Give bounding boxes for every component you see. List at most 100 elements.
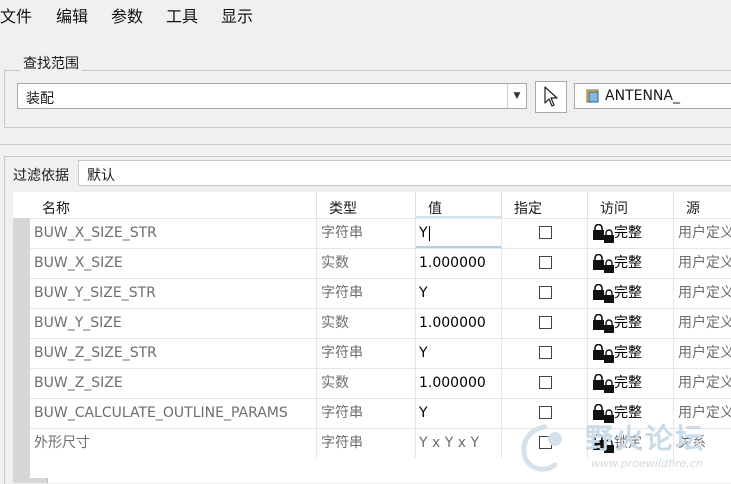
column-header-name[interactable]: 名称 (30, 192, 317, 218)
lock-icon (593, 284, 614, 303)
column-header-type[interactable]: 类型 (317, 192, 416, 218)
access-cell: 完整 (588, 369, 674, 398)
param-value[interactable]: Y (416, 339, 502, 368)
access-value: 完整 (614, 405, 642, 421)
param-type: 字符串 (317, 399, 416, 428)
model-name: ANTENNA_ (605, 88, 680, 104)
param-type: 字符串 (317, 339, 416, 368)
access-value: 锁定 (614, 435, 642, 451)
lookup-legend: 查找范围 (20, 53, 82, 73)
source-value: 用户定义的 (674, 339, 731, 368)
access-cell: 完整 (588, 399, 674, 428)
designate-cell (502, 399, 588, 428)
lock-icon (593, 374, 614, 393)
menu-edit[interactable]: 编辑 (56, 3, 88, 27)
designate-checkbox[interactable] (539, 256, 552, 269)
param-type: 实数 (317, 309, 416, 338)
param-name: 外形尺寸 (30, 429, 317, 458)
source-value: 用户定义的 (674, 219, 731, 248)
menu-file[interactable]: 文件 (0, 3, 32, 27)
param-name: BUW_Y_SIZE (30, 309, 317, 338)
column-header-value[interactable]: 值 (416, 192, 502, 218)
designate-cell (502, 309, 588, 338)
lock-icon (593, 314, 614, 333)
access-cell: 完整 (588, 249, 674, 278)
param-value[interactable]: Y (416, 279, 502, 308)
access-cell: 完整 (588, 309, 674, 338)
select-model-button[interactable] (535, 81, 567, 113)
designate-cell (502, 219, 588, 248)
column-header-source[interactable]: 源 (674, 192, 731, 218)
access-cell: 完整 (588, 339, 674, 368)
lock-icon (593, 404, 614, 423)
param-type: 字符串 (317, 279, 416, 308)
param-value[interactable]: 1.000000 (416, 249, 502, 278)
designate-cell (502, 339, 588, 368)
access-cell: 完整 (588, 219, 674, 248)
filter-value: 默认 (87, 168, 115, 184)
source-value: 用户定义的 (674, 309, 731, 338)
table-row[interactable]: BUW_Z_SIZE实数1.000000 完整 用户定义的 (30, 368, 731, 398)
table-row[interactable]: BUW_Y_SIZE_STR字符串Y 完整 用户定义的 (30, 278, 731, 308)
table-row[interactable]: BUW_Z_SIZE_STR字符串Y 完整 用户定义的 (30, 338, 731, 368)
chevron-down-icon[interactable]: ▼ (507, 84, 526, 108)
param-type: 字符串 (317, 219, 416, 248)
menu-display[interactable]: 显示 (221, 3, 253, 27)
param-type: 字符串 (317, 429, 416, 458)
access-value: 完整 (614, 345, 642, 361)
designate-checkbox[interactable] (539, 286, 552, 299)
access-value: 完整 (614, 225, 642, 241)
designate-cell (502, 369, 588, 398)
model-field[interactable]: ANTENNA_ (574, 83, 731, 109)
table-row[interactable]: BUW_X_SIZE_STR字符串Y 完整 用户定义的 (30, 218, 731, 248)
designate-checkbox[interactable] (539, 316, 552, 329)
menu-tools[interactable]: 工具 (166, 3, 198, 27)
table-row[interactable]: BUW_Y_SIZE实数1.000000 完整 用户定义的 (30, 308, 731, 338)
table-header: 名称 类型 值 指定 访问 源 (13, 192, 731, 218)
lock-icon (593, 224, 614, 243)
param-value[interactable]: Y (416, 219, 502, 248)
table-row[interactable]: 外形尺寸 字符串 Y x Y x Y 锁定 关系 (30, 428, 731, 458)
filter-field[interactable]: 默认 (78, 160, 731, 186)
table-row[interactable]: BUW_X_SIZE实数1.000000 完整 用户定义的 (30, 248, 731, 278)
parameters-table: 名称 类型 值 指定 访问 源 BUW_X_SIZE_STR字符串Y完整用户定义… (13, 192, 731, 483)
lock-icon (593, 254, 614, 273)
param-name: BUW_Z_SIZE_STR (30, 339, 317, 368)
param-name: BUW_X_SIZE (30, 249, 317, 278)
source-value: 关系 (674, 429, 731, 458)
horizontal-scrollbar[interactable] (13, 478, 48, 483)
scope-value: 装配 (26, 91, 54, 107)
designate-cell (502, 279, 588, 308)
designate-checkbox[interactable] (539, 226, 552, 239)
param-value[interactable]: 1.000000 (416, 369, 502, 398)
access-value: 完整 (614, 315, 642, 331)
access-value: 完整 (614, 375, 642, 391)
param-value[interactable]: Y (416, 399, 502, 428)
divider (0, 144, 731, 145)
designate-cell (502, 249, 588, 278)
assembly-icon (586, 89, 599, 103)
column-header-access[interactable]: 访问 (588, 192, 674, 218)
menu-bar: 文件 编辑 参数 工具 显示 (0, 0, 731, 28)
lock-icon (593, 434, 614, 453)
access-cell: 锁定 (588, 429, 674, 458)
designate-checkbox[interactable] (539, 376, 552, 389)
column-header-designate[interactable]: 指定 (502, 192, 588, 218)
source-value: 用户定义的 (674, 249, 731, 278)
designate-checkbox[interactable] (539, 346, 552, 359)
designate-cell (502, 429, 588, 458)
designate-checkbox[interactable] (539, 406, 552, 419)
designate-checkbox[interactable] (539, 436, 552, 449)
scope-select[interactable]: 装配 ▼ (17, 83, 527, 109)
param-type: 实数 (317, 249, 416, 278)
access-value: 完整 (614, 255, 642, 271)
row-header-strip (13, 192, 30, 483)
table-row[interactable]: BUW_CALCULATE_OUTLINE_PARAMS字符串Y 完整 用户定义的 (30, 398, 731, 428)
menu-parameters[interactable]: 参数 (111, 3, 143, 27)
source-value: 用户定义的 (674, 399, 731, 428)
param-value[interactable]: Y x Y x Y (416, 429, 502, 458)
param-value[interactable]: 1.000000 (416, 309, 502, 338)
access-value: 完整 (614, 285, 642, 301)
param-type: 实数 (317, 369, 416, 398)
lock-icon (593, 344, 614, 363)
